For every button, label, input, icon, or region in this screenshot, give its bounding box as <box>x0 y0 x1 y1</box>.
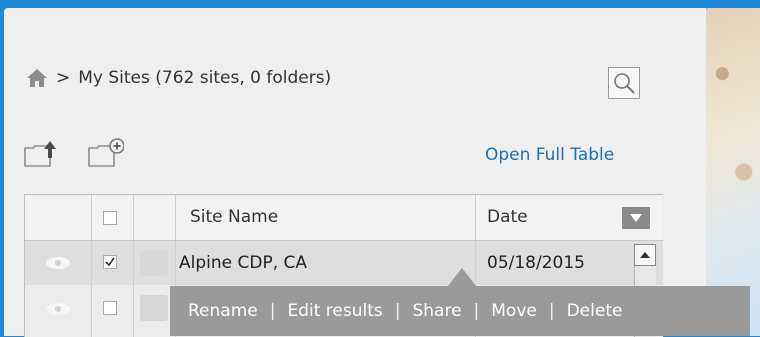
menu-separator: | <box>394 301 401 321</box>
table-header <box>25 195 663 241</box>
column-divider <box>91 195 92 337</box>
edit-results-action[interactable]: Edit results <box>287 301 382 321</box>
delete-action[interactable]: Delete <box>567 301 623 321</box>
menu-separator: | <box>269 301 276 321</box>
home-icon[interactable] <box>26 68 48 88</box>
sort-down-icon <box>630 214 642 222</box>
breadcrumb: > My Sites (762 sites, 0 folders) <box>26 66 331 90</box>
check-icon <box>105 257 115 267</box>
menu-separator: | <box>473 301 480 321</box>
column-divider <box>133 195 134 337</box>
site-name-cell[interactable]: Alpine CDP, CA <box>179 253 307 273</box>
share-action[interactable]: Share <box>412 301 461 321</box>
row-checkbox[interactable] <box>103 301 117 315</box>
search-icon <box>614 73 635 94</box>
scroll-up-icon <box>640 252 650 258</box>
date-cell: 05/18/2015 <box>487 253 585 273</box>
search-button[interactable] <box>608 67 640 99</box>
eye-icon[interactable] <box>45 256 71 270</box>
select-all-checkbox[interactable] <box>103 211 117 225</box>
site-thumbnail <box>140 295 168 321</box>
site-name-header[interactable]: Site Name <box>190 207 278 227</box>
new-folder-icon[interactable] <box>88 138 124 168</box>
rename-action[interactable]: Rename <box>188 301 258 321</box>
menu-separator: | <box>548 301 555 321</box>
context-menu-pointer <box>448 268 476 286</box>
row-checkbox[interactable] <box>103 255 117 269</box>
site-thumbnail <box>140 250 168 276</box>
eye-icon[interactable] <box>45 302 71 316</box>
upload-folder-icon[interactable] <box>24 138 60 168</box>
date-header[interactable]: Date <box>487 207 528 227</box>
move-action[interactable]: Move <box>491 301 537 321</box>
breadcrumb-separator: > <box>56 68 71 88</box>
row-context-menu: Rename | Edit results | Share | Move | D… <box>170 286 750 336</box>
breadcrumb-current: My Sites (762 sites, 0 folders) <box>78 68 332 88</box>
date-sort-button[interactable] <box>622 207 650 229</box>
scroll-up-button[interactable] <box>634 244 656 266</box>
open-full-table-link[interactable]: Open Full Table <box>485 145 614 165</box>
